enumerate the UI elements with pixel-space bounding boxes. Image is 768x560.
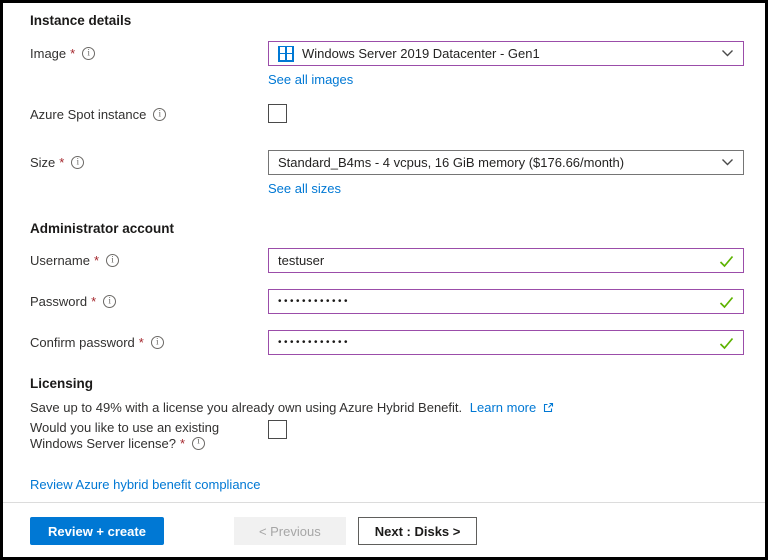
valid-check-icon	[719, 255, 734, 268]
confirm-password-input[interactable]	[278, 337, 734, 348]
chevron-down-icon	[721, 158, 734, 167]
section-title-administrator-account: Administrator account	[30, 221, 175, 236]
password-label: Password *	[30, 289, 268, 309]
password-input[interactable]	[278, 296, 734, 307]
required-asterisk: *	[91, 294, 97, 309]
footer-action-bar: Review + create < Previous Next : Disks …	[3, 502, 765, 557]
info-icon[interactable]	[150, 336, 164, 349]
image-label: Image *	[30, 41, 268, 61]
required-asterisk: *	[93, 253, 100, 268]
required-asterisk: *	[70, 46, 76, 61]
valid-check-icon	[719, 337, 734, 350]
required-asterisk: *	[138, 335, 144, 350]
see-all-sizes-link[interactable]: See all sizes	[268, 181, 341, 196]
azure-spot-label: Azure Spot instance	[30, 104, 268, 122]
create-vm-basics-form: Instance details Image* Windows Server 2…	[0, 0, 768, 560]
info-icon[interactable]	[82, 47, 96, 60]
section-title-licensing: Licensing	[30, 376, 94, 391]
license-question-label: Would you like to use an existing Window…	[30, 420, 268, 451]
password-field-box	[268, 289, 744, 314]
next-disks-button[interactable]: Next : Disks >	[357, 517, 478, 545]
size-label: Size *	[30, 150, 268, 170]
required-asterisk: *	[179, 435, 186, 451]
username-field-box	[268, 248, 744, 273]
review-create-button[interactable]: Review + create	[30, 517, 164, 545]
info-icon[interactable]	[192, 436, 206, 450]
licensing-info-text: Save up to 49% with a license you alread…	[30, 400, 744, 417]
section-title-instance-details: Instance details	[30, 13, 132, 28]
confirm-password-label: Confirm password *	[30, 330, 268, 350]
chevron-down-icon	[721, 49, 734, 58]
size-select[interactable]: Standard_B4ms - 4 vcpus, 16 GiB memory (…	[268, 150, 744, 175]
username-label: Username *	[30, 248, 268, 268]
learn-more-link[interactable]: Learn more	[470, 400, 536, 416]
size-select-value: Standard_B4ms - 4 vcpus, 16 GiB memory (…	[278, 155, 625, 170]
info-icon[interactable]	[106, 254, 120, 267]
image-select[interactable]: Windows Server 2019 Datacenter - Gen1	[268, 41, 744, 66]
azure-spot-checkbox[interactable]	[268, 104, 287, 123]
external-link-icon	[543, 401, 554, 416]
info-icon[interactable]	[71, 156, 85, 169]
image-select-value: Windows Server 2019 Datacenter - Gen1	[302, 46, 540, 61]
see-all-images-link[interactable]: See all images	[268, 72, 353, 87]
info-icon[interactable]	[153, 108, 167, 121]
confirm-password-field-box	[268, 330, 744, 355]
info-icon[interactable]	[103, 295, 117, 308]
windows-logo-icon	[278, 45, 294, 62]
azure-hybrid-benefit-compliance-link[interactable]: Review Azure hybrid benefit compliance	[30, 477, 261, 492]
license-checkbox[interactable]	[268, 420, 287, 439]
valid-check-icon	[719, 296, 734, 309]
username-input[interactable]	[278, 253, 734, 268]
previous-button[interactable]: < Previous	[233, 517, 346, 545]
required-asterisk: *	[59, 155, 65, 170]
